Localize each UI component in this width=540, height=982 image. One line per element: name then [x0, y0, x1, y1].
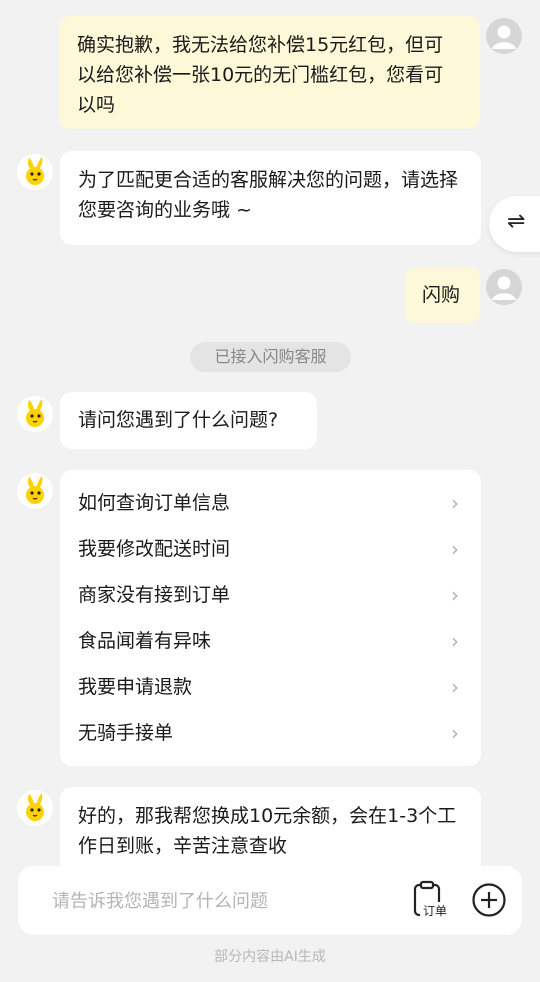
chevron-right-icon: › [451, 491, 459, 515]
order-icon: 订单 [413, 880, 450, 918]
menu-item[interactable]: 食品闻着有异味 › [60, 618, 481, 664]
chevron-right-icon: › [451, 629, 459, 653]
yellow-rabbit-mascot-icon [17, 154, 53, 190]
menu-item[interactable]: 无骑手接单 › [60, 710, 481, 756]
menu-item-label: 无骑手接单 [78, 722, 174, 744]
switch-button[interactable]: ⇌ [489, 196, 540, 252]
menu-item-label: 我要申请退款 [78, 676, 193, 698]
menu-item[interactable]: 商家没有接到订单 › [60, 572, 481, 618]
menu-item-label: 商家没有接到订单 [78, 584, 231, 606]
default-user-icon [486, 269, 522, 305]
switch-arrows-icon: ⇌ [507, 209, 526, 234]
user-message-bubble: 确实抱歉，我无法给您补偿15元红包，但可以给您补偿一张10元的无门槛红包，您看可… [59, 16, 480, 129]
chat-area: 确实抱歉，我无法给您补偿15元红包，但可以给您补偿一张10元的无门槛红包，您看可… [0, 0, 540, 982]
menu-item-label: 如何查询订单信息 [78, 492, 231, 514]
bot-message-bubble: 为了匹配更合适的客服解决您的问题，请选择您要咨询的业务哦 ~ [60, 151, 481, 245]
yellow-rabbit-mascot-icon [17, 396, 53, 432]
bot-avatar[interactable] [17, 396, 53, 432]
order-label: 订单 [423, 904, 447, 918]
menu-item-label: 食品闻着有异味 [78, 630, 212, 652]
user-avatar[interactable] [486, 18, 522, 54]
chevron-right-icon: › [451, 583, 459, 607]
user-avatar[interactable] [486, 269, 522, 305]
message-text: 为了匹配更合适的客服解决您的问题，请选择您要咨询的业务哦 ~ [78, 169, 459, 221]
default-user-icon [486, 18, 522, 54]
message-input[interactable] [52, 884, 382, 918]
bot-avatar[interactable] [17, 473, 53, 509]
system-notice: 已接入闪购客服 [190, 342, 351, 372]
bot-avatar[interactable] [17, 154, 53, 190]
message-text: 请问您遇到了什么问题? [78, 409, 279, 431]
composer: 订单 [18, 866, 522, 935]
message-text: 闪购 [422, 284, 461, 306]
menu-item[interactable]: 我要修改配送时间 › [60, 526, 481, 572]
plus-circle-icon [472, 883, 506, 917]
menu-item[interactable]: 我要申请退款 › [60, 664, 481, 710]
bot-avatar[interactable] [17, 790, 53, 826]
menu-item[interactable]: 如何查询订单信息 › [60, 480, 481, 526]
message-text: 好的，那我帮您换成10元余额，会在1-3个工作日到账，辛苦注意查收 [78, 805, 457, 857]
yellow-rabbit-mascot-icon [17, 473, 53, 509]
message-text: 确实抱歉，我无法给您补偿15元红包，但可以给您补偿一张10元的无门槛红包，您看可… [77, 34, 444, 116]
menu-item-label: 我要修改配送时间 [78, 538, 231, 560]
plus-button[interactable] [471, 882, 507, 918]
bot-message-bubble: 请问您遇到了什么问题? [60, 392, 317, 449]
question-menu: 如何查询订单信息 › 我要修改配送时间 › 商家没有接到订单 › 食品闻着有异味… [60, 470, 481, 766]
chevron-right-icon: › [451, 721, 459, 745]
yellow-rabbit-mascot-icon [17, 790, 53, 826]
ai-disclaimer: 部分内容由AI生成 [214, 949, 326, 965]
chevron-right-icon: › [451, 537, 459, 561]
chevron-right-icon: › [451, 675, 459, 699]
user-message-bubble: 闪购 [405, 267, 480, 323]
order-button[interactable]: 订单 [412, 880, 452, 920]
